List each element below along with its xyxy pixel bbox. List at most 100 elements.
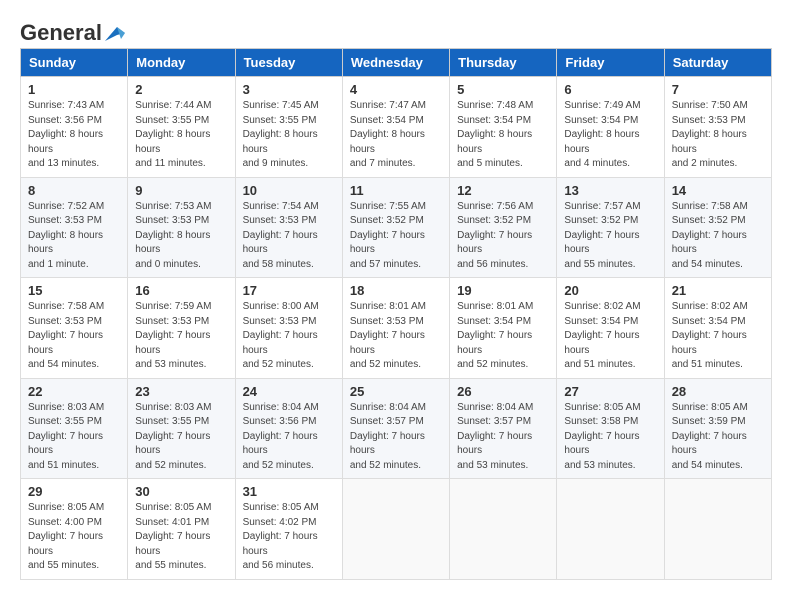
day-info: Sunrise: 8:00 AM Sunset: 3:53 PM Dayligh… (243, 300, 335, 373)
day-info: Sunrise: 7:55 AM Sunset: 3:52 PM Dayligh… (350, 200, 442, 273)
calendar-cell: 19 Sunrise: 8:01 AM Sunset: 3:54 PM Dayl… (450, 278, 557, 379)
calendar-cell: 18 Sunrise: 8:01 AM Sunset: 3:53 PM Dayl… (342, 278, 449, 379)
weekday-header-sunday: Sunday (21, 49, 128, 77)
day-number: 27 (564, 384, 656, 399)
day-info: Sunrise: 7:53 AM Sunset: 3:53 PM Dayligh… (135, 200, 227, 273)
calendar-cell (450, 479, 557, 580)
day-info: Sunrise: 7:45 AM Sunset: 3:55 PM Dayligh… (243, 99, 335, 172)
day-number: 20 (564, 283, 656, 298)
calendar-week-5: 29 Sunrise: 8:05 AM Sunset: 4:00 PM Dayl… (21, 479, 772, 580)
calendar-cell: 17 Sunrise: 8:00 AM Sunset: 3:53 PM Dayl… (235, 278, 342, 379)
day-number: 19 (457, 283, 549, 298)
weekday-header-tuesday: Tuesday (235, 49, 342, 77)
calendar-cell (342, 479, 449, 580)
day-info: Sunrise: 7:58 AM Sunset: 3:52 PM Dayligh… (672, 200, 764, 273)
day-info: Sunrise: 7:56 AM Sunset: 3:52 PM Dayligh… (457, 200, 549, 273)
day-info: Sunrise: 8:02 AM Sunset: 3:54 PM Dayligh… (672, 300, 764, 373)
day-info: Sunrise: 8:05 AM Sunset: 4:00 PM Dayligh… (28, 501, 120, 574)
day-number: 24 (243, 384, 335, 399)
day-number: 10 (243, 183, 335, 198)
weekday-header-friday: Friday (557, 49, 664, 77)
day-info: Sunrise: 7:59 AM Sunset: 3:53 PM Dayligh… (135, 300, 227, 373)
calendar-week-4: 22 Sunrise: 8:03 AM Sunset: 3:55 PM Dayl… (21, 378, 772, 479)
day-number: 13 (564, 183, 656, 198)
calendar-cell: 27 Sunrise: 8:05 AM Sunset: 3:58 PM Dayl… (557, 378, 664, 479)
day-number: 1 (28, 82, 120, 97)
day-number: 31 (243, 484, 335, 499)
day-number: 7 (672, 82, 764, 97)
day-info: Sunrise: 7:50 AM Sunset: 3:53 PM Dayligh… (672, 99, 764, 172)
calendar-cell: 30 Sunrise: 8:05 AM Sunset: 4:01 PM Dayl… (128, 479, 235, 580)
calendar-cell: 4 Sunrise: 7:47 AM Sunset: 3:54 PM Dayli… (342, 77, 449, 178)
day-number: 14 (672, 183, 764, 198)
calendar-cell: 2 Sunrise: 7:44 AM Sunset: 3:55 PM Dayli… (128, 77, 235, 178)
weekday-header-wednesday: Wednesday (342, 49, 449, 77)
day-info: Sunrise: 8:05 AM Sunset: 4:02 PM Dayligh… (243, 501, 335, 574)
calendar-cell: 7 Sunrise: 7:50 AM Sunset: 3:53 PM Dayli… (664, 77, 771, 178)
day-number: 2 (135, 82, 227, 97)
calendar-cell: 20 Sunrise: 8:02 AM Sunset: 3:54 PM Dayl… (557, 278, 664, 379)
day-number: 12 (457, 183, 549, 198)
day-number: 28 (672, 384, 764, 399)
logo: General (20, 20, 125, 42)
calendar-week-3: 15 Sunrise: 7:58 AM Sunset: 3:53 PM Dayl… (21, 278, 772, 379)
calendar-week-2: 8 Sunrise: 7:52 AM Sunset: 3:53 PM Dayli… (21, 177, 772, 278)
day-info: Sunrise: 8:04 AM Sunset: 3:57 PM Dayligh… (350, 401, 442, 474)
calendar-cell: 31 Sunrise: 8:05 AM Sunset: 4:02 PM Dayl… (235, 479, 342, 580)
day-info: Sunrise: 7:44 AM Sunset: 3:55 PM Dayligh… (135, 99, 227, 172)
calendar-week-1: 1 Sunrise: 7:43 AM Sunset: 3:56 PM Dayli… (21, 77, 772, 178)
day-number: 26 (457, 384, 549, 399)
weekday-header-thursday: Thursday (450, 49, 557, 77)
day-info: Sunrise: 8:01 AM Sunset: 3:54 PM Dayligh… (457, 300, 549, 373)
day-number: 4 (350, 82, 442, 97)
day-info: Sunrise: 7:48 AM Sunset: 3:54 PM Dayligh… (457, 99, 549, 172)
calendar-cell: 6 Sunrise: 7:49 AM Sunset: 3:54 PM Dayli… (557, 77, 664, 178)
calendar-cell: 26 Sunrise: 8:04 AM Sunset: 3:57 PM Dayl… (450, 378, 557, 479)
calendar-cell: 16 Sunrise: 7:59 AM Sunset: 3:53 PM Dayl… (128, 278, 235, 379)
calendar-cell: 14 Sunrise: 7:58 AM Sunset: 3:52 PM Dayl… (664, 177, 771, 278)
calendar-cell: 3 Sunrise: 7:45 AM Sunset: 3:55 PM Dayli… (235, 77, 342, 178)
calendar-cell: 10 Sunrise: 7:54 AM Sunset: 3:53 PM Dayl… (235, 177, 342, 278)
calendar-cell (557, 479, 664, 580)
day-info: Sunrise: 7:57 AM Sunset: 3:52 PM Dayligh… (564, 200, 656, 273)
header: General (20, 20, 772, 42)
calendar-cell: 23 Sunrise: 8:03 AM Sunset: 3:55 PM Dayl… (128, 378, 235, 479)
day-number: 30 (135, 484, 227, 499)
day-number: 11 (350, 183, 442, 198)
day-info: Sunrise: 8:05 AM Sunset: 3:59 PM Dayligh… (672, 401, 764, 474)
day-info: Sunrise: 8:03 AM Sunset: 3:55 PM Dayligh… (28, 401, 120, 474)
calendar-cell: 5 Sunrise: 7:48 AM Sunset: 3:54 PM Dayli… (450, 77, 557, 178)
calendar-cell: 22 Sunrise: 8:03 AM Sunset: 3:55 PM Dayl… (21, 378, 128, 479)
calendar-cell: 25 Sunrise: 8:04 AM Sunset: 3:57 PM Dayl… (342, 378, 449, 479)
calendar-cell: 21 Sunrise: 8:02 AM Sunset: 3:54 PM Dayl… (664, 278, 771, 379)
day-info: Sunrise: 7:54 AM Sunset: 3:53 PM Dayligh… (243, 200, 335, 273)
weekday-header-monday: Monday (128, 49, 235, 77)
day-info: Sunrise: 8:02 AM Sunset: 3:54 PM Dayligh… (564, 300, 656, 373)
day-info: Sunrise: 8:04 AM Sunset: 3:56 PM Dayligh… (243, 401, 335, 474)
calendar-table: SundayMondayTuesdayWednesdayThursdayFrid… (20, 48, 772, 580)
day-info: Sunrise: 7:52 AM Sunset: 3:53 PM Dayligh… (28, 200, 120, 273)
day-number: 17 (243, 283, 335, 298)
day-info: Sunrise: 7:47 AM Sunset: 3:54 PM Dayligh… (350, 99, 442, 172)
day-number: 22 (28, 384, 120, 399)
calendar-cell: 1 Sunrise: 7:43 AM Sunset: 3:56 PM Dayli… (21, 77, 128, 178)
calendar-cell: 9 Sunrise: 7:53 AM Sunset: 3:53 PM Dayli… (128, 177, 235, 278)
day-number: 15 (28, 283, 120, 298)
day-info: Sunrise: 7:43 AM Sunset: 3:56 PM Dayligh… (28, 99, 120, 172)
day-number: 3 (243, 82, 335, 97)
calendar-cell: 28 Sunrise: 8:05 AM Sunset: 3:59 PM Dayl… (664, 378, 771, 479)
day-number: 8 (28, 183, 120, 198)
day-number: 16 (135, 283, 227, 298)
weekday-header-saturday: Saturday (664, 49, 771, 77)
calendar-cell: 13 Sunrise: 7:57 AM Sunset: 3:52 PM Dayl… (557, 177, 664, 278)
day-info: Sunrise: 8:04 AM Sunset: 3:57 PM Dayligh… (457, 401, 549, 474)
day-info: Sunrise: 7:49 AM Sunset: 3:54 PM Dayligh… (564, 99, 656, 172)
logo-bird-icon (103, 25, 125, 43)
calendar-cell: 15 Sunrise: 7:58 AM Sunset: 3:53 PM Dayl… (21, 278, 128, 379)
calendar-cell: 12 Sunrise: 7:56 AM Sunset: 3:52 PM Dayl… (450, 177, 557, 278)
day-info: Sunrise: 7:58 AM Sunset: 3:53 PM Dayligh… (28, 300, 120, 373)
day-info: Sunrise: 8:05 AM Sunset: 3:58 PM Dayligh… (564, 401, 656, 474)
day-number: 18 (350, 283, 442, 298)
day-number: 5 (457, 82, 549, 97)
day-info: Sunrise: 8:01 AM Sunset: 3:53 PM Dayligh… (350, 300, 442, 373)
